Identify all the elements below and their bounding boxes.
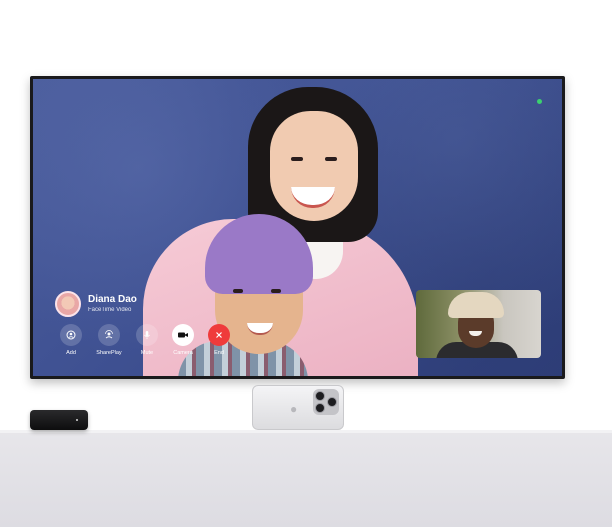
apple-tv-device: [30, 410, 88, 430]
child-eye: [271, 289, 281, 293]
pip-person-hat: [448, 292, 504, 318]
lens-icon: [315, 391, 325, 401]
avatar: [55, 291, 81, 317]
add-person-icon: [60, 324, 82, 346]
shareplay-icon: [98, 324, 120, 346]
camera-module-icon: [313, 389, 339, 415]
caller-name: Diana Dao: [88, 293, 137, 305]
add-button[interactable]: Add: [53, 324, 89, 356]
shelf: [0, 432, 612, 527]
shareplay-label: SharePlay: [96, 350, 122, 356]
self-view-pip[interactable]: [416, 290, 541, 358]
video-camera-icon: [172, 324, 194, 346]
status-light-icon: [76, 419, 78, 421]
shareplay-button[interactable]: SharePlay: [89, 324, 129, 356]
microphone-icon: [136, 324, 158, 346]
iphone-device: ●: [252, 385, 344, 430]
caller-text: Diana Dao FaceTime Video: [88, 294, 137, 315]
camera-button[interactable]: Camera: [165, 324, 201, 356]
television: Diana Dao FaceTime Video Add SharePlay M…: [30, 76, 565, 379]
end-call-button[interactable]: End: [201, 324, 237, 356]
mute-button[interactable]: Mute: [129, 324, 165, 356]
child-eye: [233, 289, 243, 293]
lens-icon: [327, 397, 337, 407]
call-type: FaceTime Video: [88, 306, 132, 313]
person-eye: [291, 157, 303, 161]
camera-indicator-icon: [537, 99, 542, 104]
camera-label: Camera: [173, 350, 193, 356]
caller-info: Diana Dao FaceTime Video: [55, 291, 137, 317]
add-label: Add: [66, 350, 76, 356]
facetime-screen: Diana Dao FaceTime Video Add SharePlay M…: [33, 79, 562, 376]
person-eye: [325, 157, 337, 161]
close-icon: [208, 324, 230, 346]
lens-icon: [315, 403, 325, 413]
apple-logo-icon: ●: [290, 402, 298, 416]
end-label: End: [214, 350, 224, 356]
mute-label: Mute: [140, 350, 154, 356]
shelf-edge: [0, 430, 612, 433]
call-controls: Add SharePlay Mute Camera End: [53, 324, 237, 356]
